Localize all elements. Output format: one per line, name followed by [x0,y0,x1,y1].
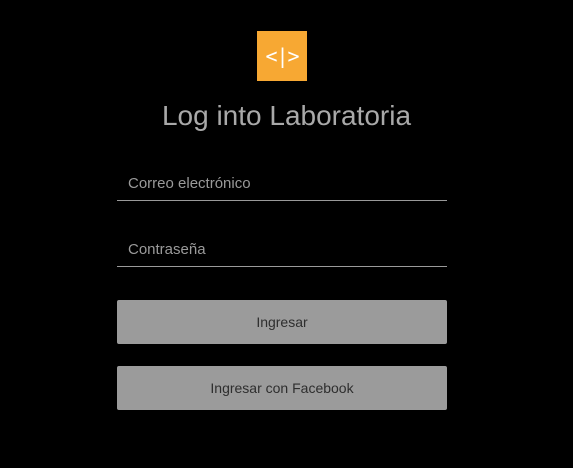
email-input[interactable] [117,166,447,200]
login-page: <|> Log into Laboratoria Ingresar Ingres… [0,0,573,468]
page-title: Log into Laboratoria [161,100,412,131]
laboratoria-logo-icon: <|> [257,31,307,81]
login-button[interactable]: Ingresar [117,300,447,344]
password-field [117,232,447,267]
email-field [117,166,447,201]
password-input[interactable] [117,232,447,266]
logo-glyph: <|> [265,44,299,68]
facebook-login-button[interactable]: Ingresar con Facebook [117,366,447,410]
